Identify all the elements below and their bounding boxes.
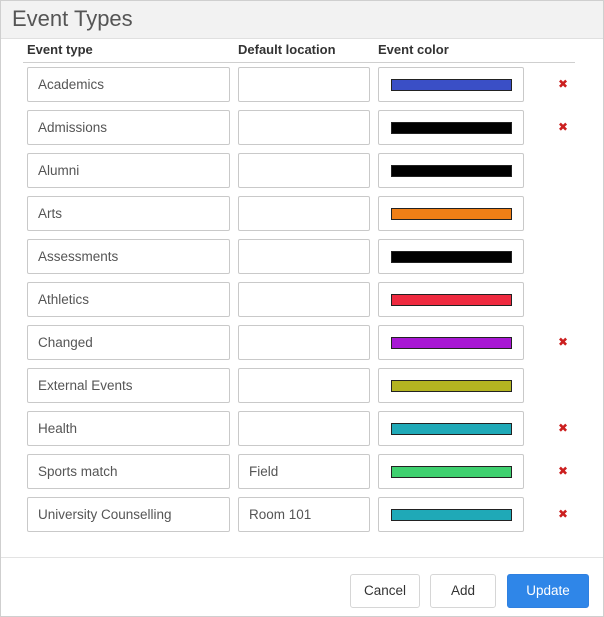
event-type-input[interactable]: Changed — [27, 325, 230, 360]
default-location-input[interactable]: Field — [238, 454, 370, 489]
event-type-input[interactable]: External Events — [27, 368, 230, 403]
color-swatch — [391, 79, 512, 91]
event-type-row: Changed ✖ — [1, 325, 603, 361]
default-location-input[interactable] — [238, 368, 370, 403]
default-location-input[interactable]: Room 101 — [238, 497, 370, 532]
delete-icon[interactable]: ✖ — [556, 464, 570, 478]
color-swatch — [391, 294, 512, 306]
event-type-input[interactable]: Sports match — [27, 454, 230, 489]
event-color-picker[interactable] — [378, 497, 524, 532]
color-swatch — [391, 337, 512, 349]
default-location-input[interactable] — [238, 325, 370, 360]
event-type-row: External Events — [1, 368, 603, 404]
color-swatch — [391, 380, 512, 392]
header-divider — [23, 62, 575, 63]
color-swatch — [391, 165, 512, 177]
event-type-input[interactable]: Academics — [27, 67, 230, 102]
event-type-row: Health ✖ — [1, 411, 603, 447]
event-type-input[interactable]: Arts — [27, 196, 230, 231]
default-location-input[interactable] — [238, 411, 370, 446]
update-button[interactable]: Update — [507, 574, 589, 608]
default-location-input[interactable] — [238, 282, 370, 317]
event-type-row: Arts — [1, 196, 603, 232]
default-location-input[interactable] — [238, 110, 370, 145]
add-button[interactable]: Add — [430, 574, 496, 608]
event-color-picker[interactable] — [378, 411, 524, 446]
footer-divider — [1, 557, 603, 558]
event-type-row: Sports match Field ✖ — [1, 454, 603, 490]
event-color-picker[interactable] — [378, 196, 524, 231]
column-header-default-location: Default location — [238, 42, 336, 57]
event-type-input[interactable]: Assessments — [27, 239, 230, 274]
cancel-button[interactable]: Cancel — [350, 574, 420, 608]
delete-icon[interactable]: ✖ — [556, 421, 570, 435]
event-color-picker[interactable] — [378, 282, 524, 317]
default-location-input[interactable] — [238, 67, 370, 102]
column-header-event-color: Event color — [378, 42, 449, 57]
column-header-event-type: Event type — [27, 42, 93, 57]
event-type-input[interactable]: Athletics — [27, 282, 230, 317]
event-type-input[interactable]: Admissions — [27, 110, 230, 145]
delete-icon[interactable]: ✖ — [556, 507, 570, 521]
event-type-row: Athletics — [1, 282, 603, 318]
event-color-picker[interactable] — [378, 325, 524, 360]
color-swatch — [391, 423, 512, 435]
default-location-input[interactable] — [238, 239, 370, 274]
delete-icon[interactable]: ✖ — [556, 77, 570, 91]
event-type-input[interactable]: University Counselling — [27, 497, 230, 532]
delete-icon[interactable]: ✖ — [556, 335, 570, 349]
event-type-row: Alumni — [1, 153, 603, 189]
event-type-row: University Counselling Room 101 ✖ — [1, 497, 603, 533]
event-color-picker[interactable] — [378, 67, 524, 102]
color-swatch — [391, 208, 512, 220]
color-swatch — [391, 466, 512, 478]
event-color-picker[interactable] — [378, 368, 524, 403]
color-swatch — [391, 251, 512, 263]
color-swatch — [391, 509, 512, 521]
default-location-input[interactable] — [238, 153, 370, 188]
event-type-input[interactable]: Health — [27, 411, 230, 446]
event-color-picker[interactable] — [378, 153, 524, 188]
dialog-titlebar: Event Types — [1, 1, 603, 39]
event-type-row: Assessments — [1, 239, 603, 275]
event-type-input[interactable]: Alumni — [27, 153, 230, 188]
dialog-title: Event Types — [12, 6, 133, 31]
event-types-dialog: Event Types Event type Default location … — [0, 0, 604, 617]
event-type-row: Academics ✖ — [1, 67, 603, 103]
default-location-input[interactable] — [238, 196, 370, 231]
event-type-row: Admissions ✖ — [1, 110, 603, 146]
color-swatch — [391, 122, 512, 134]
event-color-picker[interactable] — [378, 110, 524, 145]
event-color-picker[interactable] — [378, 239, 524, 274]
delete-icon[interactable]: ✖ — [556, 120, 570, 134]
event-color-picker[interactable] — [378, 454, 524, 489]
